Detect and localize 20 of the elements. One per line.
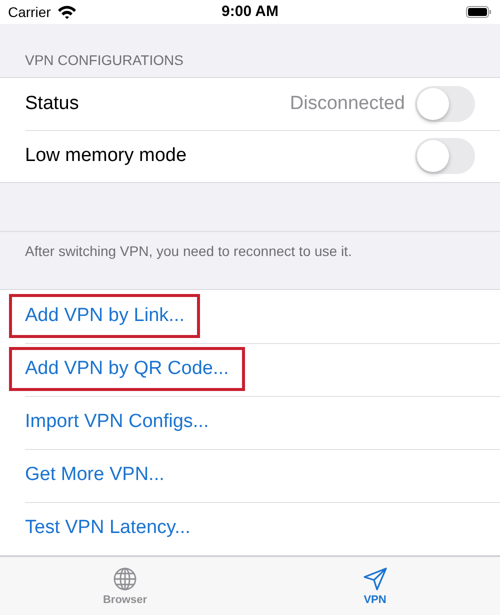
row-label: Status [25,92,79,115]
toggle-switch[interactable] [415,86,475,122]
status-value: Disconnected [290,92,405,115]
footer-note: After switching VPN, you need to reconnect to use it. [25,242,352,259]
tab-item[interactable]: VPN [250,556,500,615]
battery-icon [466,6,492,18]
action-link[interactable]: Test VPN Latency... [9,506,206,550]
globe-icon [113,566,137,591]
carrier-name: Carrier [8,4,51,20]
section-header: VPN CONFIGURATIONS [25,52,184,68]
tab-item[interactable]: Browser [0,556,250,615]
action-link[interactable]: Import VPN Configs... [9,400,225,444]
toggle-switch[interactable] [415,138,475,174]
row-label: Low memory mode [25,144,187,167]
clock-time: 9:00 AM [222,3,278,20]
action-link[interactable]: Add VPN by Link... [9,294,200,338]
wifi-icon [56,4,77,20]
paper-plane-icon [362,566,388,591]
action-link[interactable]: Get More VPN... [9,453,180,498]
action-link[interactable]: Add VPN by QR Code... [9,347,245,392]
